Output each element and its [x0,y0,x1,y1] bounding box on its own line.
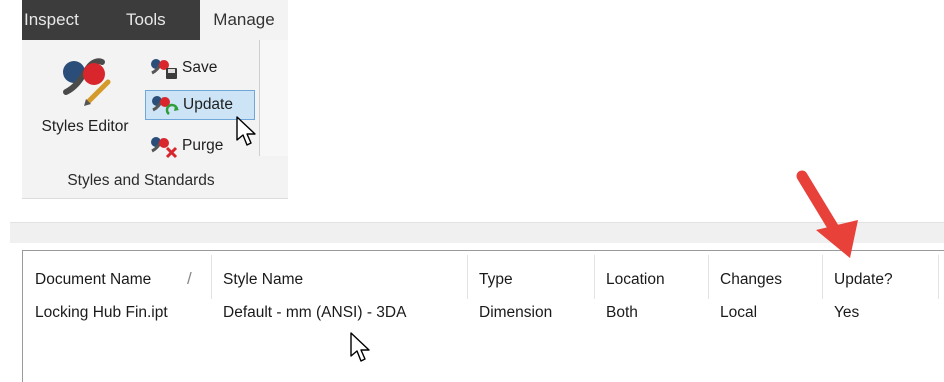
cell-location: Both [606,304,638,321]
ribbon-tab-bar: Inspect Tools Manage [22,0,288,40]
mouse-pointer-icon [350,332,370,362]
ribbon: Inspect Tools Manage Styles Editor Save [22,0,288,199]
panel-title: Styles and Standards [67,172,215,189]
column-header-type[interactable]: Type [467,251,594,301]
cell-type: Dimension [479,304,553,321]
annotation-arrow-icon [796,170,858,258]
update-label: Update [183,96,233,113]
column-header-location[interactable]: Location [594,251,708,301]
cell-document-name: Locking Hub Fin.ipt [35,304,168,321]
styles-editor-label: Styles Editor [41,118,129,135]
save-styles-icon [151,59,177,79]
styles-list[interactable]: Document Name / Style Name Type Location… [22,250,944,382]
column-divider[interactable] [938,255,939,299]
styles-editor-button[interactable]: Styles Editor [26,52,144,152]
cell-changes: Local [720,304,758,321]
purge-button[interactable]: Purge [148,132,223,160]
column-header-document-name[interactable]: Document Name [23,251,211,301]
cell-style-name: Default - mm (ANSI) - 3DA [223,304,407,321]
purge-label: Purge [182,137,224,154]
tab-manage[interactable]: Manage [200,0,288,40]
column-header-style-name[interactable]: Style Name [211,251,467,301]
column-resize-indicator: / [187,269,192,288]
tab-inspect[interactable]: Inspect [24,0,79,40]
table-row[interactable]: Locking Hub Fin.ipt Default - mm (ANSI) … [23,301,944,329]
styles-editor-icon [63,58,111,106]
save-label: Save [182,59,218,76]
update-styles-icon [152,96,179,115]
next-panel-edge [260,40,288,156]
purge-styles-icon [151,137,178,159]
mouse-pointer-icon [236,116,256,146]
save-button[interactable]: Save [148,54,217,82]
cell-update[interactable]: Yes [822,301,938,329]
tab-tools[interactable]: Tools [126,0,166,40]
